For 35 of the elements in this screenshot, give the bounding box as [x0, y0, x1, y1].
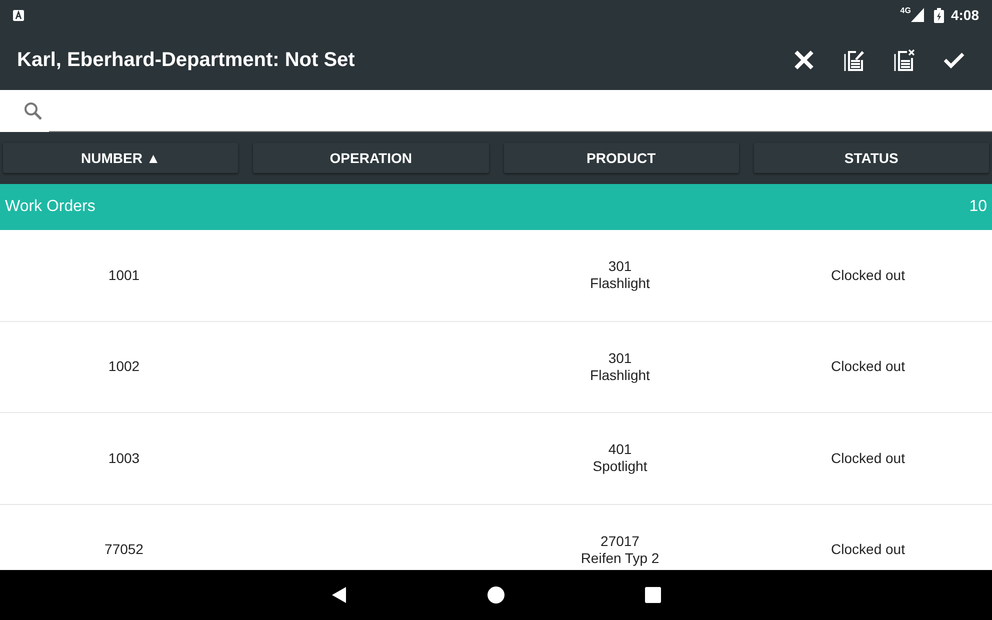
checkmark-icon — [943, 51, 965, 69]
network-type: 4G — [900, 5, 911, 17]
document-pencil-icon — [843, 48, 865, 72]
notification-icon — [13, 10, 24, 20]
column-header[interactable]: OPERATION — [253, 143, 488, 173]
order-number: 1001 — [108, 266, 140, 285]
order-status: Clocked out — [831, 357, 905, 376]
product-code: 301 — [608, 258, 632, 276]
back-button[interactable] — [331, 586, 347, 604]
column-header[interactable]: NUMBER ▲ — [3, 143, 238, 173]
order-status: Clocked out — [831, 448, 905, 468]
product-code: 301 — [608, 350, 632, 367]
product-name: Flashlight — [590, 366, 650, 384]
group-label: Work Orders — [5, 197, 96, 217]
document-x-icon — [893, 48, 915, 72]
order-status: Clocked out — [831, 266, 905, 285]
home-button[interactable] — [487, 586, 505, 604]
screen-title: Karl, Eberhard-Department: Not Set — [17, 48, 356, 73]
product-code: 27017 — [600, 532, 640, 550]
column-header[interactable]: PRODUCT — [504, 143, 739, 173]
clock: 4:08 — [950, 6, 979, 24]
product-code: 401 — [608, 441, 632, 458]
product-name: Spotlight — [592, 458, 648, 476]
close-icon — [793, 49, 815, 71]
group-count: 10 — [969, 197, 987, 217]
product-name: Reifen Typ 2 — [580, 550, 660, 567]
order-status: Clocked out — [831, 540, 905, 560]
battery-icon — [934, 8, 944, 22]
order-number: 77052 — [104, 540, 144, 560]
order-number: 1003 — [108, 448, 140, 468]
search-icon — [23, 101, 43, 121]
signal-icon — [910, 8, 924, 22]
column-header[interactable]: STATUS — [754, 143, 989, 173]
order-number: 1002 — [108, 357, 140, 376]
product-name: Flashlight — [590, 275, 650, 292]
